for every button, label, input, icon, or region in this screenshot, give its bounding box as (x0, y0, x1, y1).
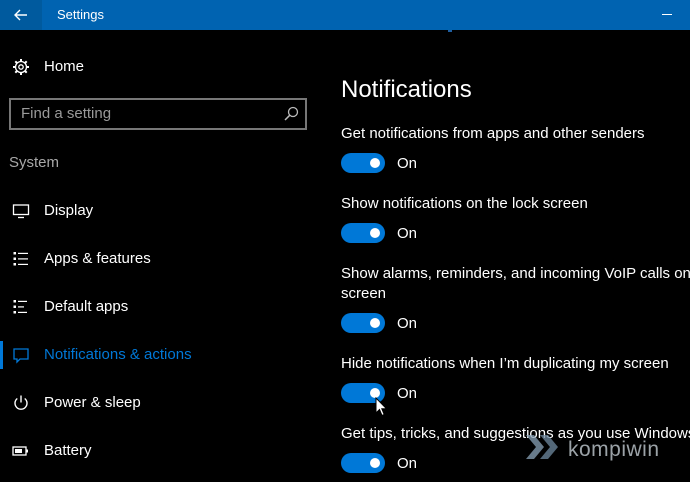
alarms-voip-toggle[interactable] (341, 313, 385, 333)
back-button[interactable] (0, 0, 42, 30)
sidebar-item-label: Notifications & actions (44, 346, 192, 363)
lock-screen-toggle[interactable] (341, 223, 385, 243)
sidebar-item-default-apps[interactable]: Default apps (0, 289, 330, 325)
page-title: Notifications (341, 76, 472, 103)
watermark: kompiwin (518, 431, 688, 471)
sidebar-item-label: Default apps (44, 298, 129, 315)
sidebar-item-power-sleep[interactable]: Power & sleep (0, 385, 330, 421)
sidebar-item-battery[interactable]: Battery (0, 433, 330, 469)
app-notifications-toggle[interactable] (341, 153, 385, 173)
gear-icon (13, 59, 29, 75)
sidebar-item-label: Apps & features (44, 250, 151, 267)
sidebar-item-label: Battery (44, 442, 92, 459)
setting-label-app-notifications: Get notifications from apps and other se… (341, 125, 645, 142)
minimize-button[interactable] (662, 14, 672, 15)
mouse-cursor-icon (375, 397, 388, 417)
apps-list-icon (13, 252, 28, 266)
setting-label-alarms-line1: Show alarms, reminders, and incoming VoI… (341, 265, 690, 282)
sidebar-item-label: Power & sleep (44, 394, 141, 411)
toggle-state-label: On (397, 155, 418, 172)
sidebar-item-apps-features[interactable]: Apps & features (0, 241, 330, 277)
window-title: Settings (57, 7, 104, 22)
power-icon (14, 395, 28, 410)
toggle-knob (370, 318, 380, 328)
toggle-state-label: On (397, 385, 418, 402)
setting-label-duplicating: Hide notifications when I’m duplicating … (341, 355, 669, 372)
search-input[interactable]: Find a setting (9, 98, 307, 130)
nav-home-label: Home (44, 58, 85, 75)
toggle-knob (370, 158, 380, 168)
setting-label-alarms-line2: screen (341, 285, 387, 302)
scroll-fragment (448, 30, 452, 32)
display-icon (12, 204, 30, 219)
nav-home[interactable]: Home (0, 49, 330, 85)
search-icon[interactable] (283, 106, 299, 122)
setting-label-lock-screen: Show notifications on the lock screen (341, 195, 588, 212)
toggle-knob (370, 458, 380, 468)
default-apps-icon (13, 300, 27, 314)
toggle-knob (370, 228, 380, 238)
kompiwin-logo-icon (526, 435, 558, 459)
back-arrow-icon (14, 9, 27, 21)
search-placeholder: Find a setting (21, 105, 112, 122)
tips-suggestions-toggle[interactable] (341, 453, 385, 473)
title-bar: Settings (0, 0, 690, 30)
toggle-state-label: On (397, 225, 418, 242)
sidebar-item-display[interactable]: Display (0, 193, 330, 229)
toggle-state-label: On (397, 315, 418, 332)
sidebar-item-notifications-actions[interactable]: Notifications & actions (0, 337, 330, 373)
active-indicator (0, 341, 3, 369)
notifications-icon (13, 348, 29, 364)
watermark-text: kompiwin (568, 438, 660, 461)
sidebar-item-label: Display (44, 202, 94, 219)
toggle-state-label: On (397, 455, 418, 472)
section-heading-system: System (9, 154, 60, 171)
battery-icon (12, 446, 28, 456)
